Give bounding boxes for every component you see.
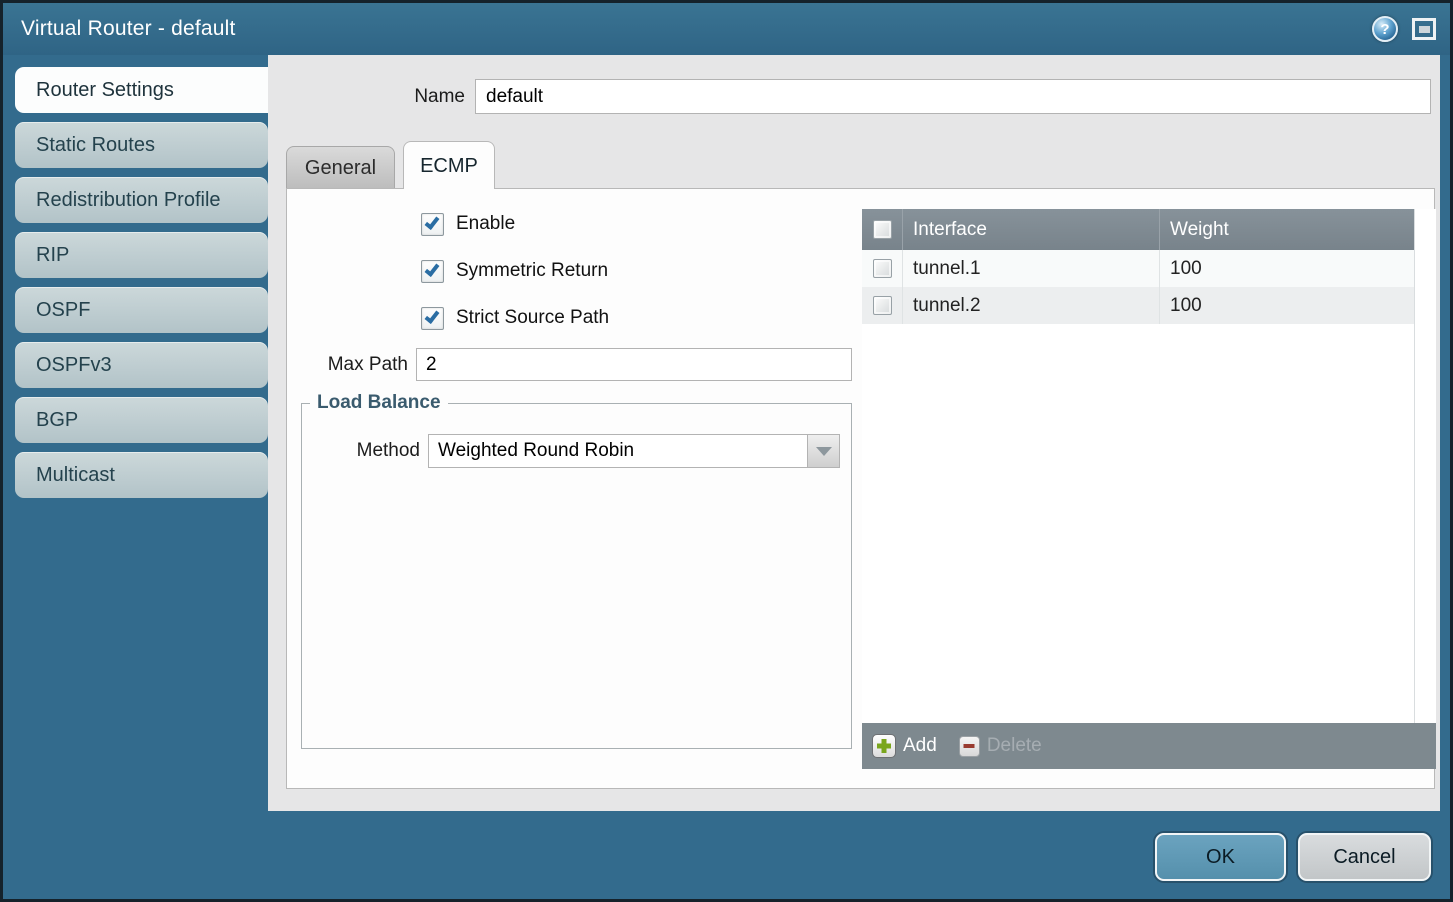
cell-interface: tunnel.1 <box>902 250 1159 287</box>
method-row: Method <box>302 434 851 468</box>
max-path-label: Max Path <box>287 354 408 376</box>
row-checkbox[interactable] <box>873 296 892 315</box>
table-header: Interface Weight <box>862 209 1414 250</box>
titlebar-icons: ? <box>1372 16 1436 42</box>
ok-button[interactable]: OK <box>1155 833 1286 881</box>
sidebar-item-ospf[interactable]: OSPF <box>15 287 268 333</box>
cell-interface: tunnel.2 <box>902 287 1159 324</box>
titlebar: Virtual Router - default ? <box>3 3 1450 55</box>
add-button[interactable]: Add <box>872 734 937 758</box>
minus-icon <box>959 736 980 757</box>
sidebar-item-router-settings[interactable]: Router Settings <box>15 67 268 113</box>
tab-general[interactable]: General <box>286 146 395 188</box>
row-checkbox[interactable] <box>873 259 892 278</box>
cell-weight: 100 <box>1159 287 1414 324</box>
symmetric-return-label: Symmetric Return <box>456 260 608 282</box>
method-label: Method <box>302 440 420 462</box>
ecmp-interface-table: Interface Weight tunnel.1 100 tunnel.2 <box>862 209 1436 769</box>
sidebar-item-bgp[interactable]: BGP <box>15 397 268 443</box>
delete-button[interactable]: Delete <box>959 735 1042 757</box>
table-row[interactable]: tunnel.2 100 <box>862 287 1414 324</box>
add-label: Add <box>903 735 937 757</box>
sidebar-item-rip[interactable]: RIP <box>15 232 268 278</box>
strict-source-path-checkbox[interactable] <box>421 307 444 330</box>
content-panel: Name General ECMP Enable Symmetric Retur… <box>268 55 1440 811</box>
strict-source-path-label: Strict Source Path <box>456 307 609 329</box>
check-icon <box>425 261 440 277</box>
plus-icon <box>872 734 896 758</box>
sidebar-item-ospfv3[interactable]: OSPFv3 <box>15 342 268 388</box>
header-select-all-cell <box>862 209 902 250</box>
max-path-row: Max Path <box>287 348 857 382</box>
tab-ecmp[interactable]: ECMP <box>403 141 495 189</box>
check-icon <box>425 308 440 324</box>
max-path-input[interactable] <box>416 348 852 381</box>
cell-weight: 100 <box>1159 250 1414 287</box>
ecmp-tab-panel: Enable Symmetric Return Strict Source Pa… <box>286 188 1435 789</box>
sidebar-item-redistribution-profile[interactable]: Redistribution Profile <box>15 177 268 223</box>
method-input[interactable] <box>429 435 807 467</box>
enable-checkbox[interactable] <box>421 213 444 236</box>
sidebar: Router Settings Static Routes Redistribu… <box>3 55 268 899</box>
row-checkbox-cell <box>862 287 902 324</box>
strict-source-path-row: Strict Source Path <box>421 305 609 331</box>
name-label: Name <box>268 86 465 108</box>
window-restore-icon[interactable] <box>1412 18 1436 40</box>
load-balance-legend: Load Balance <box>310 392 448 414</box>
virtual-router-dialog: Virtual Router - default ? Router Settin… <box>0 0 1453 902</box>
table-footer: Add Delete <box>862 723 1436 769</box>
symmetric-return-row: Symmetric Return <box>421 258 608 284</box>
cancel-button[interactable]: Cancel <box>1298 833 1431 881</box>
sidebar-item-multicast[interactable]: Multicast <box>15 452 268 498</box>
enable-row: Enable <box>421 211 515 237</box>
table-row[interactable]: tunnel.1 100 <box>862 250 1414 287</box>
name-row: Name <box>268 79 1440 115</box>
header-interface: Interface <box>902 209 1159 250</box>
chevron-down-icon <box>816 447 832 456</box>
window-restore-glyph <box>1419 26 1430 33</box>
table-grid-edge <box>1414 209 1415 723</box>
symmetric-return-checkbox[interactable] <box>421 260 444 283</box>
row-checkbox-cell <box>862 250 902 287</box>
select-all-checkbox[interactable] <box>873 220 892 239</box>
check-icon <box>425 214 440 230</box>
dialog-title: Virtual Router - default <box>21 17 236 41</box>
help-icon[interactable]: ? <box>1372 16 1398 42</box>
delete-label: Delete <box>987 735 1042 757</box>
header-weight: Weight <box>1159 209 1414 250</box>
method-dropdown-button[interactable] <box>807 435 839 467</box>
load-balance-group: Load Balance Method <box>301 392 852 749</box>
sidebar-item-static-routes[interactable]: Static Routes <box>15 122 268 168</box>
name-input[interactable] <box>475 79 1431 114</box>
method-combobox <box>428 434 840 468</box>
enable-label: Enable <box>456 213 515 235</box>
